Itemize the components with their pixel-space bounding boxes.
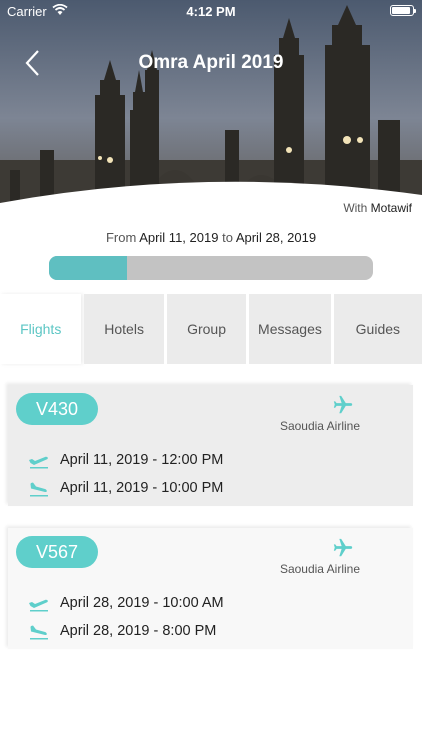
tab-guides[interactable]: Guides — [333, 294, 422, 364]
page-title: Omra April 2019 — [138, 52, 284, 73]
flight-card[interactable]: V430 Saoudia Airline April 11, 2019 - 12… — [8, 385, 413, 506]
tab-group[interactable]: Group — [166, 294, 247, 364]
status-bar: Carrier 4:12 PM — [0, 0, 422, 22]
tab-bar: Flights Hotels Group Messages Guides — [0, 294, 422, 364]
airline-name: Saoudia Airline — [279, 562, 360, 576]
takeoff-icon — [29, 456, 48, 469]
trip-date-range: From April 11, 2019 to April 28, 2019 — [0, 230, 422, 245]
battery-icon — [390, 5, 416, 16]
landing-icon — [30, 625, 48, 640]
guide-name: Motawif — [370, 201, 412, 215]
arrival-row: April 11, 2019 - 10:00 PM — [28, 478, 223, 498]
clock: 4:12 PM — [186, 4, 236, 19]
arrival-time: April 11, 2019 - 10:00 PM — [60, 480, 224, 496]
departure-row: April 28, 2019 - 10:00 AM — [28, 593, 224, 613]
with-prefix: With — [343, 201, 368, 215]
tab-flights[interactable]: Flights — [0, 294, 82, 364]
arrival-row: April 28, 2019 - 8:00 PM — [28, 621, 216, 641]
hero-header: Carrier 4:12 PM Omra April 2019 — [0, 0, 422, 215]
to-label: to — [222, 230, 233, 245]
takeoff-icon — [29, 599, 48, 612]
guide-attribution: With Motawif — [343, 201, 412, 215]
departure-row: April 11, 2019 - 12:00 PM — [28, 450, 223, 470]
flight-card[interactable]: V567 Saoudia Airline April 28, 2019 - 10… — [8, 528, 413, 649]
trip-progress-bar — [49, 256, 373, 280]
airline-name: Saoudia Airline — [279, 419, 360, 433]
trip-progress-fill — [49, 256, 127, 280]
start-date: April 11, 2019 — [139, 230, 219, 245]
end-date: April 28, 2019 — [235, 230, 317, 245]
airplane-icon — [333, 538, 353, 557]
from-label: From — [105, 230, 137, 245]
departure-time: April 28, 2019 - 10:00 AM — [60, 595, 224, 611]
flight-code-badge[interactable]: V430 — [16, 393, 98, 425]
airplane-icon — [333, 395, 353, 414]
landing-icon — [30, 482, 48, 497]
flight-code-badge[interactable]: V567 — [16, 536, 98, 568]
arrival-time: April 28, 2019 - 8:00 PM — [60, 623, 217, 639]
tab-hotels[interactable]: Hotels — [84, 294, 164, 364]
departure-time: April 11, 2019 - 12:00 PM — [60, 452, 224, 468]
tab-messages[interactable]: Messages — [249, 294, 331, 364]
mosque-hero-image — [0, 0, 422, 215]
